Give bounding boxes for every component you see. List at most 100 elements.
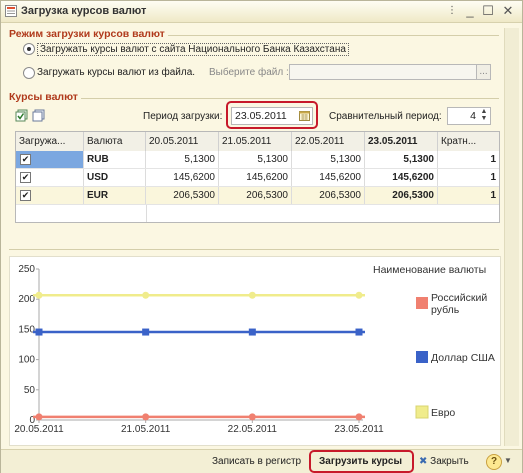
rate-cell: 5,1300 — [146, 151, 219, 168]
rate-cell: 145,6200 — [292, 169, 365, 186]
y-tick-label: 100 — [18, 355, 35, 366]
row-checkbox-cell[interactable]: ✔ — [16, 169, 84, 186]
row-checkbox-cell[interactable]: ✔ — [16, 151, 84, 168]
data-point — [248, 413, 256, 421]
data-point — [355, 291, 363, 299]
rates-group-title: Курсы валют — [9, 91, 81, 103]
vertical-scrollbar[interactable] — [504, 28, 519, 446]
currency-cell: RUB — [84, 151, 146, 168]
row-checkbox-cell[interactable]: ✔ — [16, 187, 84, 204]
app-icon — [5, 5, 17, 17]
file-path-input[interactable] — [289, 64, 477, 80]
rates-group-line — [9, 98, 499, 99]
data-point — [142, 413, 150, 421]
rate-cell: 206,5300 — [365, 187, 438, 204]
data-point — [355, 413, 363, 421]
browse-button[interactable]: ... — [476, 64, 491, 80]
row-checkbox[interactable]: ✔ — [20, 190, 31, 201]
dropdown-chevron-icon[interactable]: ▼ — [504, 456, 512, 465]
rate-cell: 206,5300 — [146, 187, 219, 204]
mode-group-title: Режим загрузки курсов валют — [9, 28, 168, 40]
spin-icon[interactable]: ▲ ▼ — [479, 108, 489, 124]
data-point — [355, 328, 363, 336]
col-header-date4[interactable]: 23.05.2011 — [365, 132, 438, 151]
legend-swatch — [416, 351, 428, 363]
window: Загрузка курсов валют ⋮ _ ☐ ✕ Режим загр… — [0, 0, 523, 473]
data-point — [35, 413, 43, 421]
legend-label: Евро — [431, 407, 455, 419]
legend-swatch — [415, 405, 429, 419]
rate-cell: 206,5300 — [219, 187, 292, 204]
file-label: Выберите файл : — [209, 67, 289, 78]
data-point — [248, 291, 256, 299]
table-row[interactable]: ✔ USD 145,6200 145,6200 145,6200 145,620… — [16, 169, 499, 187]
col-header-load[interactable]: Загружа... — [16, 132, 84, 151]
radio-load-from-site[interactable] — [23, 43, 35, 55]
uncheck-all-icon[interactable] — [32, 109, 46, 123]
x-tick-label: 23.05.2011 — [334, 424, 384, 435]
radio-load-from-file[interactable] — [23, 67, 35, 79]
help-icon[interactable]: ? — [486, 454, 502, 470]
maximize-icon[interactable]: ☐ — [480, 3, 496, 19]
table-bottom-line — [9, 249, 499, 250]
x-tick-label: 21.05.2011 — [121, 424, 171, 435]
data-point — [35, 291, 43, 299]
option-site-label[interactable]: Загружать курсы валют с сайта Национальн… — [37, 43, 349, 56]
legend-swatch — [416, 297, 428, 309]
close-button[interactable]: ✖ Закрыть — [419, 453, 473, 470]
data-point — [248, 328, 256, 336]
more-icon[interactable]: ⋮ — [444, 3, 460, 19]
title-bar: Загрузка курсов валют ⋮ _ ☐ ✕ — [1, 1, 522, 23]
y-tick-label: 50 — [24, 385, 36, 396]
close-icon[interactable]: ✕ — [500, 3, 516, 19]
legend-label: рубль — [431, 304, 460, 316]
data-point — [142, 291, 150, 299]
close-button-label: Закрыть — [430, 456, 469, 467]
option-file-label[interactable]: Загружать курсы валют из файла. — [37, 67, 195, 78]
x-tick-label: 22.05.2011 — [228, 424, 278, 435]
rate-cell: 206,5300 — [292, 187, 365, 204]
table-row[interactable]: ✔ EUR 206,5300 206,5300 206,5300 206,530… — [16, 187, 499, 205]
col-header-date3[interactable]: 22.05.2011 — [292, 132, 365, 151]
rates-chart: 25020015010050020.05.2011 21.05.2011 22.05… — [14, 264, 495, 435]
window-title: Загрузка курсов валют — [21, 5, 147, 17]
multiplier-cell: 1 — [490, 190, 496, 201]
chart-panel: 250 200 150 100 50 0 20.05.2011 21.05.2011 22.05… — [9, 256, 501, 446]
multiplier-cell: 1 — [490, 154, 496, 165]
table-row[interactable]: ✔ RUB 5,1300 5,1300 5,1300 5,1300 1 — [16, 151, 499, 169]
period-label: Период загрузки: — [143, 111, 223, 122]
compare-value: 4 — [470, 110, 476, 122]
col-header-currency[interactable]: Валюта — [84, 132, 146, 151]
check-all-icon[interactable] — [15, 109, 29, 123]
rate-cell: 145,6200 — [219, 169, 292, 186]
rates-table: Загружа... Валюта 20.05.2011 21.05.2011 … — [15, 131, 500, 223]
legend-label: Российский — [431, 292, 487, 304]
row-checkbox[interactable]: ✔ — [20, 154, 31, 165]
legend-title: Наименование валюты — [373, 264, 486, 276]
period-highlight — [226, 101, 318, 129]
rate-cell: 5,1300 — [219, 151, 292, 168]
col-header-date1[interactable]: 20.05.2011 — [146, 132, 219, 151]
minimize-icon[interactable]: _ — [462, 3, 478, 19]
bottom-toolbar: Записать в регистр Загрузить курсы ✖ Зак… — [1, 449, 522, 473]
x-tick-label: 20.05.2011 — [14, 424, 64, 435]
data-point — [142, 328, 150, 336]
close-x-icon: ✖ — [419, 456, 428, 467]
col-header-multiplier[interactable]: Кратн... — [438, 132, 499, 151]
col-header-date2[interactable]: 21.05.2011 — [219, 132, 292, 151]
currency-cell: EUR — [84, 187, 146, 204]
load-rates-highlight — [309, 450, 414, 473]
table-divider — [146, 205, 147, 222]
write-to-register-button[interactable]: Записать в регистр — [208, 453, 305, 470]
rate-cell: 5,1300 — [365, 151, 438, 168]
row-checkbox[interactable]: ✔ — [20, 172, 31, 183]
currency-cell: USD — [84, 169, 146, 186]
rate-cell: 145,6200 — [146, 169, 219, 186]
rate-cell: 145,6200 — [365, 169, 438, 186]
y-tick-label: 200 — [18, 294, 35, 305]
legend-label: Доллар США — [431, 352, 495, 364]
rate-cell: 5,1300 — [292, 151, 365, 168]
compare-period-stepper[interactable]: 4 ▲ ▼ — [447, 107, 491, 125]
y-tick-label: 250 — [18, 264, 35, 275]
compare-label: Сравнительный период: — [329, 111, 442, 122]
